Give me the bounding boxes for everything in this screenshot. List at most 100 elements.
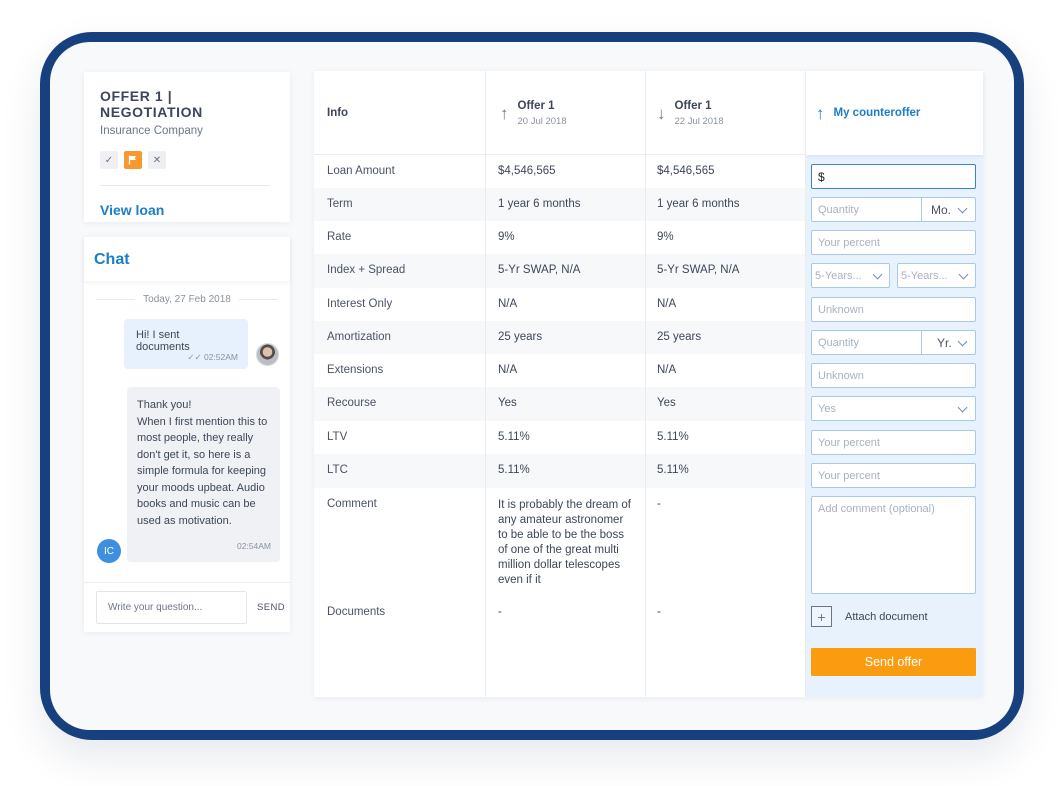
message-time: 02:52AM [203, 352, 238, 362]
offer-2-value: N/A [657, 298, 677, 310]
message-time: 02:54AM [236, 540, 271, 551]
term-quantity-input[interactable]: Quantity [818, 204, 859, 216]
table-row: Index + Spread 5-Yr SWAP, N/A 5-Yr SWAP, N… [314, 254, 805, 288]
recourse-select-value: Yes [818, 402, 836, 415]
offer-2-value: 1 year 6 months [657, 198, 740, 210]
offer-1-value: $4,546,565 [498, 165, 556, 177]
header-offer-label: Offer 1 [674, 99, 712, 112]
table-row: Loan Amount $4,546,565 $4,546,565 [314, 155, 805, 188]
user-avatar [256, 343, 279, 366]
offer-1-value: 1 year 6 months [498, 198, 581, 210]
offer-title: OFFER 1 | NEGOTIATION [100, 88, 203, 120]
row-label: Rate [327, 231, 352, 243]
chat-title: Chat [84, 237, 290, 281]
loan-amount-input[interactable]: $ [811, 164, 976, 189]
amortization-quantity-input[interactable]: Quantity [818, 337, 859, 349]
table-row: Rate 9% 9% [314, 221, 805, 254]
offer-2-value: 5.11% [657, 431, 689, 443]
amortization-field[interactable]: Quantity Yr. [811, 330, 976, 355]
attach-document-label: Attach document [845, 610, 928, 623]
ltv-input[interactable]: Your percent [811, 430, 976, 455]
column-divider [805, 71, 806, 697]
send-button[interactable]: SEND [257, 602, 285, 613]
attach-document-button[interactable]: + Attach document [811, 606, 928, 627]
offer-1-value: N/A [498, 298, 518, 310]
extensions-input[interactable]: Unknown [811, 363, 976, 388]
amortization-unit-select[interactable]: Yr. [937, 336, 952, 350]
arrow-down-icon: ↓ [657, 103, 666, 123]
offer-1-value: It is probably the dream of any amateur … [498, 499, 631, 586]
header-offer-1[interactable]: ↑ Offer 1 20 Jul 2018 [500, 71, 567, 155]
message-meta: ✓✓ 02:52AM [187, 352, 238, 363]
table-row: Extensions N/A N/A [314, 354, 805, 387]
comment-textarea[interactable]: Add comment (optional) [811, 496, 976, 594]
offer-2-value: 5.11% [657, 464, 689, 476]
chevron-down-icon [957, 203, 968, 214]
row-label: LTV [327, 431, 348, 443]
header-counteroffer[interactable]: ↑ My counteroffer [816, 71, 920, 155]
interest-only-input[interactable]: Unknown [811, 297, 976, 322]
term-field[interactable]: Quantity Mo. [811, 197, 976, 222]
chevron-down-icon [957, 336, 968, 347]
chat-composer: SEND [84, 582, 290, 632]
offer-company: Insurance Company [100, 125, 203, 137]
spread-select-value: 5-Years... [901, 269, 948, 282]
offer-2-value: 5-Yr SWAP, N/A [657, 264, 740, 276]
chevron-down-icon [872, 269, 883, 280]
offer-1-value: 5-Yr SWAP, N/A [498, 264, 581, 276]
offer-comparison-table: Loan Amount $4,546,565 $4,546,565 Term 1 yea… [314, 71, 983, 697]
spread-select[interactable]: 5-Years... [897, 263, 976, 288]
term-unit-select[interactable]: Mo. [931, 203, 951, 217]
offer-1-value: 5.11% [498, 464, 530, 476]
rate-input[interactable]: Your percent [811, 230, 976, 255]
offer-1-value: 25 years [498, 331, 543, 343]
flag-icon[interactable] [124, 151, 142, 169]
field-divider [921, 198, 922, 221]
table-row: Documents - - [314, 596, 805, 636]
header-offer-date: 20 Jul 2018 [517, 115, 567, 127]
row-label: LTC [327, 464, 348, 476]
arrow-up-icon: ↑ [500, 103, 509, 123]
read-check-icon: ✓✓ [187, 352, 204, 362]
offer-1-value: Yes [498, 397, 517, 409]
chat-input[interactable] [96, 591, 247, 624]
chat-date-separator: Today, 27 Feb 2018 [96, 294, 278, 305]
view-loan-link[interactable]: View loan [100, 202, 274, 218]
row-label: Interest Only [327, 298, 393, 310]
index-select[interactable]: 5-Years... [811, 263, 890, 288]
offer-1-value: 9% [498, 231, 515, 243]
row-label: Documents [327, 606, 386, 618]
agent-avatar: IC [97, 539, 121, 563]
row-label: Recourse [327, 397, 377, 409]
offer-2-value: 9% [657, 231, 674, 243]
ltc-input[interactable]: Your percent [811, 463, 976, 488]
header-info-label: Info [327, 107, 349, 119]
offer-2-value: 25 years [657, 331, 702, 343]
send-offer-button[interactable]: Send offer [811, 648, 976, 676]
offer-1-value: - [498, 606, 502, 618]
message-text: Thank you! When I first mention this to … [137, 399, 268, 527]
row-label: Extensions [327, 364, 384, 376]
header-counteroffer-label: My counteroffer [833, 107, 921, 119]
chevron-down-icon [957, 402, 968, 413]
message-outgoing: Hi! I sent documents ✓✓ 02:52AM [124, 319, 248, 369]
row-label: Index + Spread [327, 264, 406, 276]
offer-2-value: - [657, 606, 661, 618]
message-text: Hi! I sent documents [136, 329, 190, 353]
offer-2-value: N/A [657, 364, 677, 376]
recourse-select[interactable]: Yes [811, 396, 976, 421]
chat-panel: Chat Today, 27 Feb 2018 Hi! I sent docum… [84, 237, 290, 632]
header-offer-date: 22 Jul 2018 [674, 115, 724, 127]
index-select-value: 5-Years... [815, 269, 862, 282]
header-offer-2[interactable]: ↓ Offer 1 22 Jul 2018 [657, 71, 724, 155]
close-icon[interactable]: ✕ [148, 151, 166, 169]
row-label: Loan Amount [327, 165, 395, 177]
offer-2-value: $4,546,565 [657, 165, 715, 177]
table-row: Comment It is probably the dream of any a… [314, 488, 805, 596]
offer-1-value: 5.11% [498, 431, 530, 443]
offer-2-value: - [657, 498, 661, 510]
plus-icon: + [811, 606, 832, 627]
check-icon[interactable]: ✓ [100, 151, 118, 169]
arrow-up-icon: ↑ [816, 103, 825, 123]
table-row: Interest Only N/A N/A [314, 288, 805, 321]
